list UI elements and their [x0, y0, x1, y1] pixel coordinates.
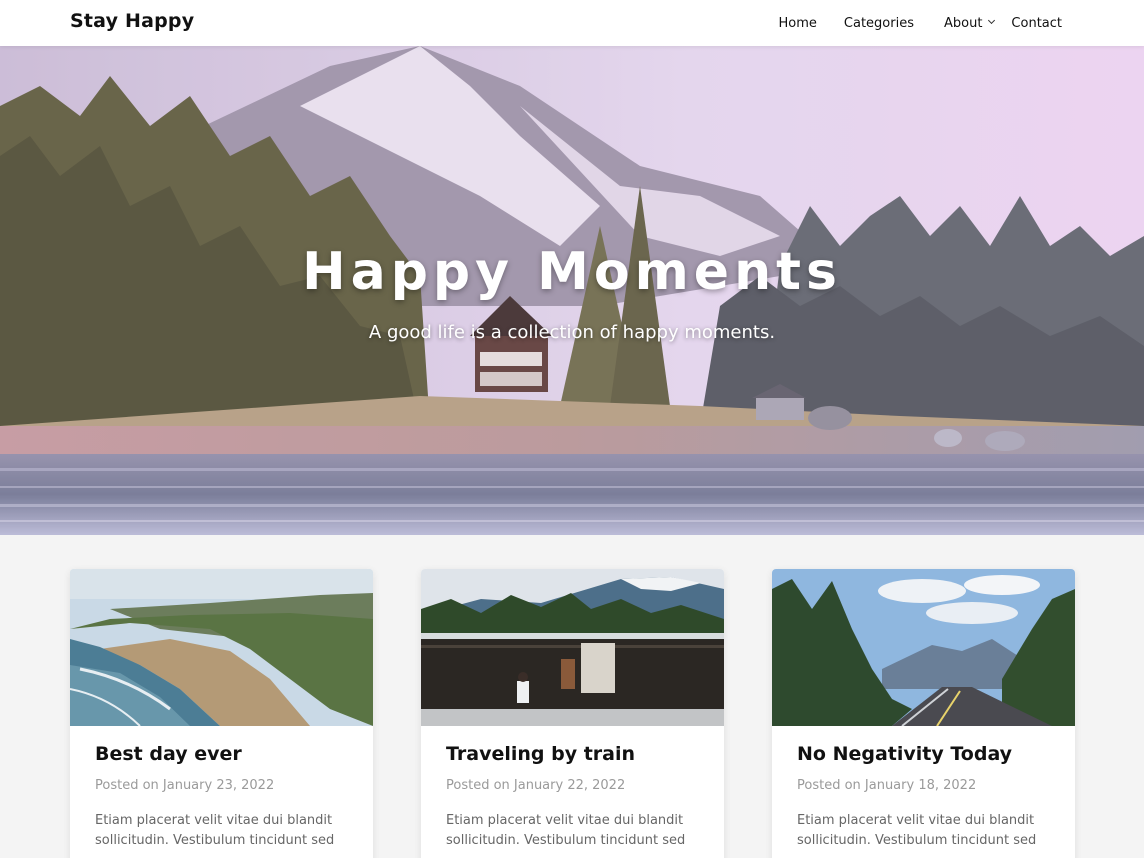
nav-item-label: Home [778, 15, 817, 31]
post-image-train[interactable] [421, 569, 724, 726]
post-excerpt: Etiam placerat velit vitae dui blandit s… [797, 813, 1037, 848]
post-card-body: Best day ever Posted on January 23, 2022… [70, 726, 373, 851]
hero-banner: Happy Moments A good life is a collectio… [0, 46, 1144, 535]
nav-item-contact[interactable]: Contact [1011, 16, 1062, 31]
nav-item-categories[interactable]: Categories [844, 16, 914, 31]
navbar: Stay Happy Home Categories About Contact [0, 0, 1144, 46]
post-excerpt: Etiam placerat velit vitae dui blandit s… [446, 813, 686, 848]
post-card-body: No Negativity Today Posted on January 18… [772, 726, 1075, 851]
nav-item-home[interactable]: Home [779, 16, 817, 31]
post-date: Posted on January 22, 2022 [446, 778, 626, 793]
post-card[interactable]: Best day ever Posted on January 23, 2022… [70, 569, 373, 858]
nav-item-label: About [943, 15, 983, 31]
nav-item-about[interactable]: About [943, 15, 996, 31]
post-title[interactable]: Best day ever [95, 743, 348, 765]
nav-item-label: Categories [843, 15, 914, 31]
post-card[interactable]: Traveling by train Posted on January 22,… [421, 569, 724, 858]
post-excerpt: Etiam placerat velit vitae dui blandit s… [95, 813, 335, 848]
brand-logo[interactable]: Stay Happy [70, 10, 194, 32]
post-list: Best day ever Posted on January 23, 2022… [70, 569, 1075, 858]
nav-item-label: Contact [1011, 15, 1062, 31]
chevron-down-icon [988, 16, 996, 25]
main-nav: Home Categories About Contact [779, 0, 1062, 46]
post-image-coastline[interactable] [70, 569, 373, 726]
post-image-road[interactable] [772, 569, 1075, 726]
hero-title: Happy Moments [302, 242, 842, 302]
post-card-body: Traveling by train Posted on January 22,… [421, 726, 724, 851]
post-card[interactable]: No Negativity Today Posted on January 18… [772, 569, 1075, 858]
post-title[interactable]: Traveling by train [446, 743, 699, 765]
post-date: Posted on January 23, 2022 [95, 778, 275, 793]
post-date: Posted on January 18, 2022 [797, 778, 977, 793]
hero-subtitle: A good life is a collection of happy mom… [368, 322, 776, 343]
post-title[interactable]: No Negativity Today [797, 743, 1050, 765]
